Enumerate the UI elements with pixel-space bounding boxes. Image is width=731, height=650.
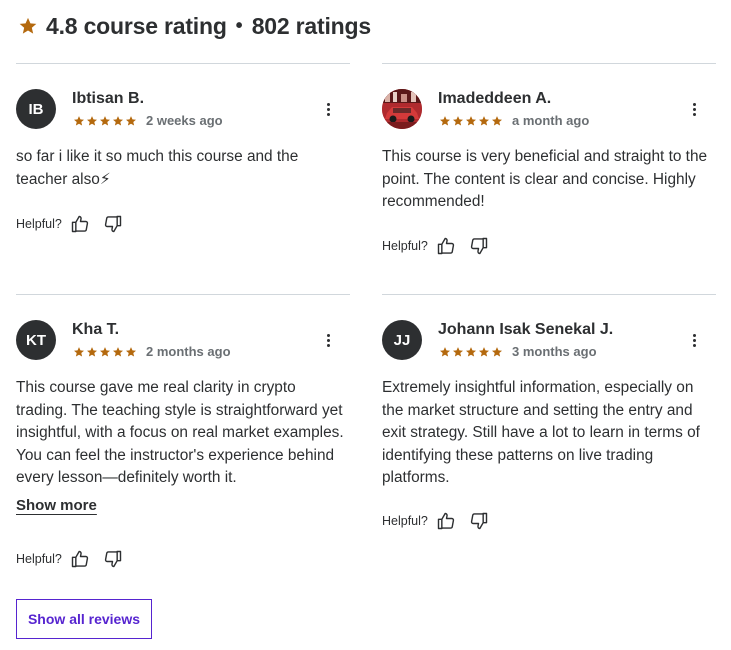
star-icon [453, 115, 463, 126]
avatar [382, 89, 422, 129]
more-options-icon[interactable] [320, 100, 336, 118]
ratings-count: 802 ratings [251, 12, 371, 39]
review-card: IB Ibtisan B. 2 weeks ago so far i like … [16, 63, 350, 293]
reviewer-name: Kha T. [72, 321, 120, 338]
star-icon [466, 346, 476, 357]
helpful-label: Helpful? [382, 239, 428, 253]
star-icon [479, 115, 489, 126]
review-time: 2 weeks ago [146, 113, 223, 128]
star-icon [113, 346, 123, 357]
thumbs-up-icon[interactable] [436, 236, 456, 256]
review-text: This course gave me real clarity in cryp… [16, 379, 344, 487]
reviewer-name: Imadeddeen A. [438, 90, 552, 107]
review-text: Extremely insightful information, especi… [382, 379, 700, 487]
review-text: This course is very beneficial and strai… [382, 148, 708, 211]
car-photo-icon [382, 89, 422, 129]
review-card: Imadeddeen A. a month ago This course is… [382, 63, 716, 293]
thumbs-down-icon[interactable] [469, 511, 489, 531]
star-rating [73, 346, 137, 358]
helpful-row: Helpful? [382, 511, 502, 531]
star-icon [453, 346, 463, 357]
avatar: IB [16, 89, 56, 129]
review-card: JJ Johann Isak Senekal J. 3 months ago E… [382, 294, 716, 554]
review-text: so far i like it so much this course and… [16, 148, 299, 188]
star-rating [439, 115, 503, 127]
thumbs-up-icon[interactable] [70, 549, 90, 569]
review-time: 2 months ago [146, 344, 231, 359]
reviewer-name: Ibtisan B. [72, 90, 145, 107]
star-icon [479, 346, 489, 357]
review-time: 3 months ago [512, 344, 597, 359]
more-options-icon[interactable] [686, 331, 702, 349]
thumbs-down-icon[interactable] [469, 236, 489, 256]
helpful-row: Helpful? [382, 236, 502, 256]
star-icon [74, 346, 84, 357]
thumbs-down-icon[interactable] [103, 214, 123, 234]
helpful-row: Helpful? [16, 549, 136, 569]
show-all-reviews-button[interactable]: Show all reviews [16, 599, 152, 639]
thumbs-down-icon[interactable] [103, 549, 123, 569]
review-meta: a month ago [439, 113, 589, 128]
star-icon [113, 115, 123, 126]
course-rating: 4.8 course rating [46, 12, 227, 39]
review-time: a month ago [512, 113, 590, 128]
avatar: KT [16, 320, 56, 360]
avatar: JJ [382, 320, 422, 360]
review-meta: 3 months ago [439, 344, 597, 359]
star-icon [19, 17, 37, 34]
helpful-label: Helpful? [16, 552, 62, 566]
review-meta: 2 months ago [73, 344, 231, 359]
thumbs-up-icon[interactable] [436, 511, 456, 531]
star-icon [466, 115, 476, 126]
course-rating-header: 4.8 course rating • 802 ratings [18, 10, 371, 42]
star-icon [74, 115, 84, 126]
reviewer-name: Johann Isak Senekal J. [438, 321, 614, 338]
review-card: KT Kha T. 2 months ago This course gave … [16, 294, 350, 584]
star-icon [126, 115, 136, 126]
star-icon [440, 115, 450, 126]
star-icon [100, 115, 110, 126]
helpful-label: Helpful? [382, 514, 428, 528]
star-icon [100, 346, 110, 357]
separator-dot: • [235, 14, 243, 37]
show-more-link[interactable]: Show more [16, 497, 97, 514]
star-icon [492, 115, 502, 126]
star-icon [87, 115, 97, 126]
helpful-label: Helpful? [16, 217, 62, 231]
star-icon [440, 346, 450, 357]
more-options-icon[interactable] [320, 331, 336, 349]
star-icon [87, 346, 97, 357]
review-meta: 2 weeks ago [73, 113, 223, 128]
more-options-icon[interactable] [686, 100, 702, 118]
helpful-row: Helpful? [16, 214, 136, 234]
thumbs-up-icon[interactable] [70, 214, 90, 234]
star-icon [126, 346, 136, 357]
star-rating [73, 115, 137, 127]
star-rating [439, 346, 503, 358]
star-icon [492, 346, 502, 357]
